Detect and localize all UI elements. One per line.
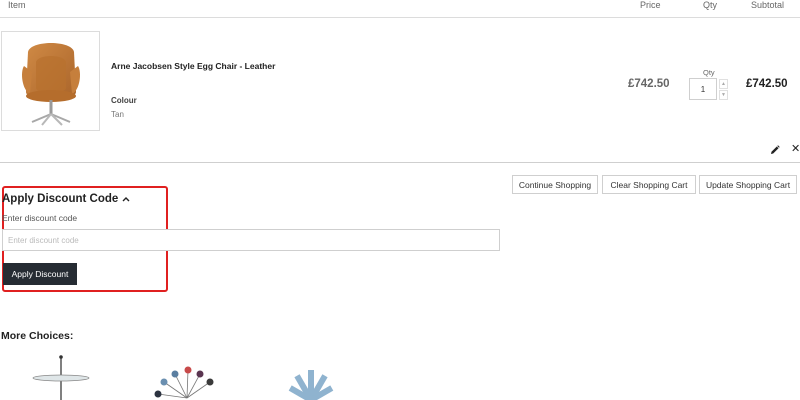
recommended-product-ball-clock[interactable] bbox=[128, 352, 246, 400]
more-choices-title: More Choices: bbox=[1, 330, 74, 342]
item-divider bbox=[0, 162, 800, 163]
column-header-qty: Qty bbox=[703, 0, 718, 10]
column-header-subtotal: Subtotal bbox=[751, 0, 785, 10]
column-header-item: Item bbox=[8, 0, 26, 10]
option-value: Tan bbox=[111, 110, 124, 119]
egg-chair-image bbox=[22, 43, 80, 126]
recommended-product-side-table[interactable] bbox=[20, 352, 102, 400]
side-table-image bbox=[32, 355, 90, 400]
column-header-price: Price bbox=[640, 0, 661, 10]
chevron-up-icon bbox=[122, 194, 130, 204]
recommended-product-sunburst-clock[interactable] bbox=[265, 352, 357, 400]
pencil-icon[interactable] bbox=[770, 145, 780, 155]
clear-cart-button[interactable]: Clear Shopping Cart bbox=[602, 175, 696, 194]
sunburst-clock-image bbox=[288, 370, 334, 400]
qty-increment-icon[interactable]: ▲ bbox=[719, 79, 728, 89]
discount-title: Apply Discount Code bbox=[2, 193, 119, 205]
discount-code-input[interactable]: Enter discount code bbox=[2, 229, 500, 251]
product-name[interactable]: Arne Jacobsen Style Egg Chair - Leather bbox=[111, 61, 275, 71]
close-icon[interactable]: ✕ bbox=[791, 144, 800, 155]
update-cart-button[interactable]: Update Shopping Cart bbox=[699, 175, 797, 194]
continue-shopping-button[interactable]: Continue Shopping bbox=[512, 175, 598, 194]
apply-discount-button[interactable]: Apply Discount bbox=[3, 263, 77, 285]
qty-decrement-icon[interactable]: ▼ bbox=[719, 90, 728, 100]
header-divider bbox=[0, 17, 800, 18]
qty-input[interactable]: 1 bbox=[689, 78, 717, 100]
item-subtotal: £742.50 bbox=[746, 78, 788, 90]
option-label: Colour bbox=[111, 96, 137, 105]
discount-toggle[interactable]: Apply Discount Code bbox=[2, 193, 130, 205]
item-price: £742.50 bbox=[628, 78, 670, 90]
product-image[interactable] bbox=[1, 31, 100, 131]
discount-code-label: Enter discount code bbox=[2, 213, 78, 223]
ball-clock-image bbox=[154, 366, 214, 399]
qty-label: Qty bbox=[703, 68, 715, 77]
